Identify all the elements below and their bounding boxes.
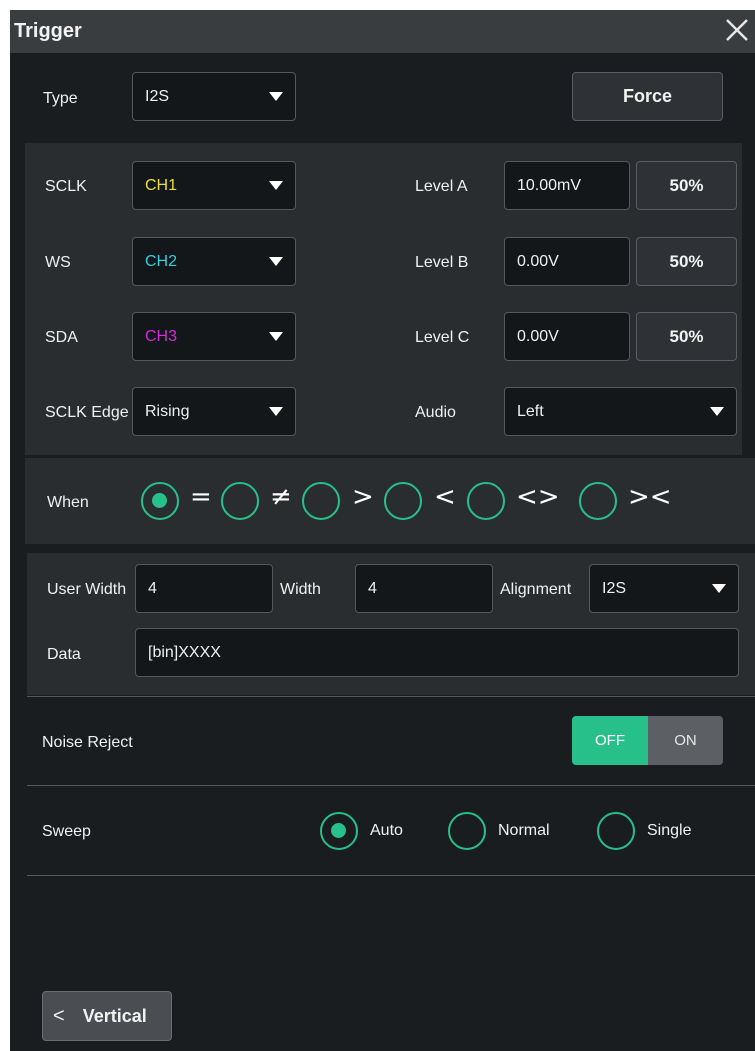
level-a-value: 10.00mV [517, 176, 582, 194]
alignment-value: I2S [602, 579, 627, 597]
level-a-50pct-button[interactable]: 50% [636, 161, 737, 210]
chevron-down-icon [712, 583, 726, 593]
chevron-down-icon [269, 91, 283, 101]
data-input[interactable]: [bin]XXXX [135, 628, 739, 677]
sclk-edge-select[interactable]: Rising [132, 387, 296, 436]
level-b-input[interactable]: 0.00V [504, 237, 630, 286]
noise-reject-off[interactable]: OFF [572, 716, 648, 765]
width-input[interactable]: 4 [355, 564, 493, 613]
sweep-label: Sweep [42, 823, 91, 840]
type-value: I2S [145, 87, 170, 105]
chevron-down-icon [269, 256, 283, 266]
when-option-not-equal: ≠ [270, 482, 292, 512]
force-button[interactable]: Force [572, 72, 723, 121]
level-c-value: 0.00V [517, 327, 559, 345]
sclk-edge-value: Rising [145, 402, 190, 420]
when-radio-greater[interactable] [302, 482, 340, 520]
when-radio-equal[interactable] [141, 482, 179, 520]
noise-reject-on[interactable]: ON [648, 716, 723, 765]
title-bar: Trigger [10, 10, 755, 53]
sclk-source-select[interactable]: CH1 [132, 161, 296, 210]
chevron-down-icon [269, 180, 283, 190]
chevron-down-icon [269, 331, 283, 341]
sclk-label: SCLK [45, 178, 87, 195]
level-a-input[interactable]: 10.00mV [504, 161, 630, 210]
level-b-value: 0.00V [517, 252, 559, 270]
type-label: Type [43, 90, 78, 107]
when-option-greater: > [352, 482, 374, 512]
when-radio-less[interactable] [384, 482, 422, 520]
divider [27, 785, 755, 786]
ws-source-value: CH2 [145, 252, 178, 270]
chevron-down-icon [710, 406, 724, 416]
data-label: Data [47, 646, 81, 663]
vertical-back-button[interactable]: < Vertical [42, 991, 172, 1041]
when-option-outside: >< [628, 482, 672, 512]
vertical-back-label: Vertical [82, 1005, 147, 1026]
when-radio-not-equal[interactable] [221, 482, 259, 520]
sweep-radio-normal[interactable] [448, 812, 486, 850]
user-width-input[interactable]: 4 [135, 564, 273, 613]
type-select[interactable]: I2S [132, 72, 296, 121]
sweep-radio-auto[interactable] [320, 812, 358, 850]
sweep-single-label: Single [647, 822, 692, 839]
noise-reject-label: Noise Reject [42, 734, 133, 751]
when-option-less: < [434, 482, 456, 512]
width-value: 4 [368, 579, 377, 597]
when-radio-outside[interactable] [579, 482, 617, 520]
width-label: Width [280, 581, 321, 598]
trigger-dialog: Trigger Type I2S Force SCLK CH1 Level A … [10, 10, 755, 1051]
sweep-normal-label: Normal [498, 822, 550, 839]
chevron-left-icon: < [53, 1004, 65, 1027]
audio-select[interactable]: Left [504, 387, 737, 436]
when-option-inside: <> [516, 482, 560, 512]
level-b-50pct-button[interactable]: 50% [636, 237, 737, 286]
ws-source-select[interactable]: CH2 [132, 237, 296, 286]
when-radio-inside[interactable] [467, 482, 505, 520]
chevron-down-icon [269, 406, 283, 416]
sda-source-value: CH3 [145, 327, 178, 345]
noise-reject-toggle[interactable]: OFF ON [572, 716, 723, 765]
when-option-equal: = [190, 482, 212, 512]
level-c-input[interactable]: 0.00V [504, 312, 630, 361]
level-c-label: Level C [415, 329, 470, 346]
level-a-label: Level A [415, 178, 468, 195]
when-label: When [47, 494, 89, 511]
user-width-value: 4 [148, 579, 157, 597]
sweep-radio-single[interactable] [597, 812, 635, 850]
close-icon[interactable] [721, 14, 753, 46]
sda-source-select[interactable]: CH3 [132, 312, 296, 361]
alignment-select[interactable]: I2S [589, 564, 739, 613]
user-width-label: User Width [47, 581, 127, 598]
divider [27, 875, 755, 876]
audio-value: Left [517, 402, 544, 420]
ws-label: WS [45, 254, 71, 271]
level-c-50pct-button[interactable]: 50% [636, 312, 737, 361]
level-b-label: Level B [415, 254, 469, 271]
sweep-auto-label: Auto [370, 822, 403, 839]
alignment-label: Alignment [500, 581, 572, 598]
audio-label: Audio [415, 404, 456, 421]
data-value: [bin]XXXX [148, 643, 221, 661]
dialog-title: Trigger [14, 20, 82, 42]
sclk-source-value: CH1 [145, 176, 178, 194]
sclk-edge-label: SCLK Edge [45, 404, 129, 421]
sda-label: SDA [45, 329, 78, 346]
divider [27, 696, 755, 697]
